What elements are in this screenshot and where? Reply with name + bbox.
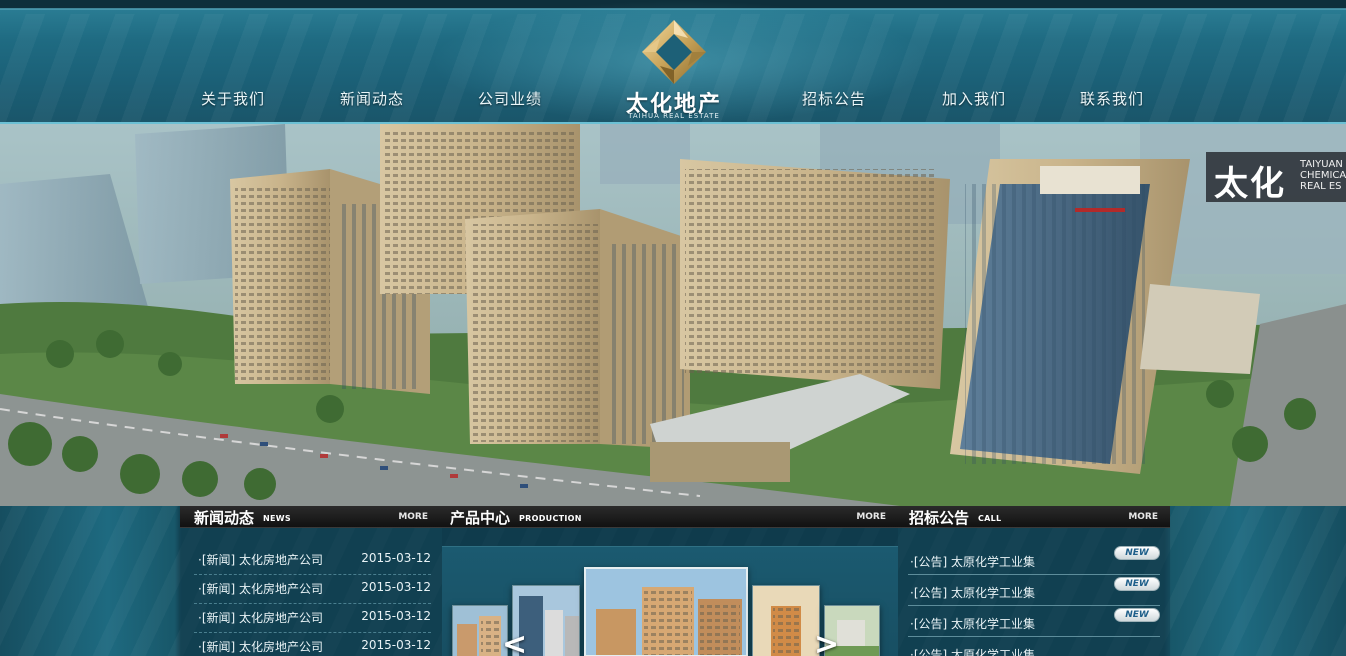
production-header: 产品中心 PRODUCTION MORE [442,506,898,528]
production-panel: 产品中心 PRODUCTION MORE < > [442,506,898,656]
hero-badge-line2: CHEMICA [1300,170,1346,181]
tender-item-title: ·[公告] 太原化学工业集 [910,555,1035,569]
diamond-logo-icon [642,20,706,84]
new-badge: NEW [1114,577,1160,591]
news-list: ·[新闻] 太化房地产公司 2015-03-12 ·[新闻] 太化房地产公司 2… [194,546,431,656]
tender-item-title: ·[公告] 太原化学工业集 [910,648,1035,656]
hero-badge-title: 太化 [1214,164,1286,204]
news-item-title: ·[新闻] 太化房地产公司 [198,553,323,567]
nav-performance[interactable]: 公司业绩 [455,88,565,109]
news-more-link[interactable]: MORE [398,512,428,522]
carousel-prev-arrow[interactable]: < [502,627,527,656]
news-item[interactable]: ·[新闻] 太化房地产公司 2015-03-12 [194,633,431,656]
hero-badge-english: TAIYUAN CHEMICA REAL ES [1300,159,1346,192]
new-badge: NEW [1114,546,1160,560]
production-more-link[interactable]: MORE [856,512,886,522]
news-subtitle: NEWS [263,514,291,523]
tender-item[interactable]: ·[公告] 太原化学工业集 NEW [908,544,1160,575]
news-panel: 新闻动态 NEWS MORE ·[新闻] 太化房地产公司 2015-03-12 … [180,506,442,656]
tender-item-title: ·[公告] 太原化学工业集 [910,617,1035,631]
news-item-title: ·[新闻] 太化房地产公司 [198,582,323,596]
logo-subtitle: TAIHUA REAL ESTATE [628,112,720,120]
product-thumb[interactable] [752,585,820,656]
news-item[interactable]: ·[新闻] 太化房地产公司 2015-03-12 [194,604,431,633]
news-item-title: ·[新闻] 太化房地产公司 [198,640,323,654]
tender-panel: 招标公告 CALL MORE ·[公告] 太原化学工业集 NEW ·[公告] 太… [898,506,1170,656]
production-title: 产品中心 [450,509,511,527]
tender-list: ·[公告] 太原化学工业集 NEW ·[公告] 太原化学工业集 NEW ·[公告… [908,544,1160,656]
tender-title: 招标公告 [909,509,970,527]
site-logo[interactable]: 太化地产 TAIHUA REAL ESTATE [612,18,736,122]
content-section: 新闻动态 NEWS MORE ·[新闻] 太化房地产公司 2015-03-12 … [0,506,1346,656]
news-item-date: 2015-03-12 [361,580,431,594]
product-thumb-active[interactable] [584,567,748,656]
news-item[interactable]: ·[新闻] 太化房地产公司 2015-03-12 [194,546,431,575]
nav-contact[interactable]: 联系我们 [1057,88,1167,109]
product-carousel: < > [442,546,898,656]
production-subtitle: PRODUCTION [519,514,582,523]
nav-join[interactable]: 加入我们 [919,88,1029,109]
new-badge: NEW [1114,608,1160,622]
hero-badge-line3: REAL ES [1300,181,1342,192]
tender-subtitle: CALL [978,514,1002,523]
carousel-next-arrow[interactable]: > [814,627,839,656]
tender-header: 招标公告 CALL MORE [898,506,1170,528]
tender-item[interactable]: ·[公告] 太原化学工业集 [908,637,1160,656]
hero-banner: 太化 TAIYUAN CHEMICA REAL ES [0,124,1346,506]
news-header: 新闻动态 NEWS MORE [180,506,442,528]
news-item-date: 2015-03-12 [361,638,431,652]
news-item-title: ·[新闻] 太化房地产公司 [198,611,323,625]
hero-brand-badge: 太化 TAIYUAN CHEMICA REAL ES [1206,152,1346,204]
product-thumb[interactable] [452,605,508,656]
news-title: 新闻动态 [194,509,255,527]
news-item-date: 2015-03-12 [361,551,431,565]
tender-more-link[interactable]: MORE [1128,512,1158,522]
site-header: 关于我们 新闻动态 公司业绩 太化地产 TAIHUA REAL ESTATE 招… [0,0,1346,124]
nav-about[interactable]: 关于我们 [178,88,288,109]
hero-badge-line1: TAIYUAN [1300,159,1343,170]
news-item-date: 2015-03-12 [361,609,431,623]
nav-tender[interactable]: 招标公告 [779,88,889,109]
nav-news[interactable]: 新闻动态 [317,88,427,109]
tender-item[interactable]: ·[公告] 太原化学工业集 NEW [908,575,1160,606]
hero-illustration [0,124,1346,506]
tender-item-title: ·[公告] 太原化学工业集 [910,586,1035,600]
news-item[interactable]: ·[新闻] 太化房地产公司 2015-03-12 [194,575,431,604]
tender-item[interactable]: ·[公告] 太原化学工业集 NEW [908,606,1160,637]
